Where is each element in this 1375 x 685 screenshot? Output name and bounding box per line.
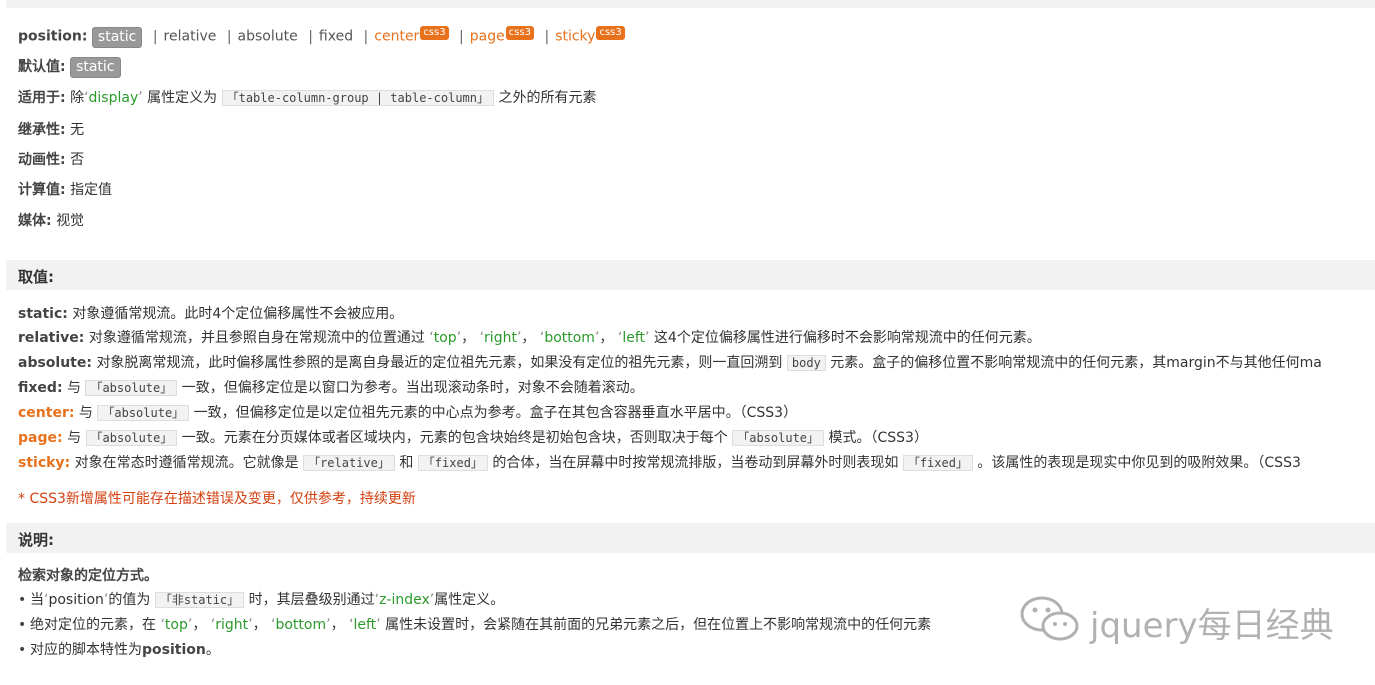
default-row: 默认值: static bbox=[18, 57, 121, 78]
section-header-desc: 说明: bbox=[6, 523, 1375, 553]
value-center-desc: center: 与 「absolute」 一致，但偏移定位是以定位祖先元素的中心… bbox=[18, 405, 798, 421]
offset-left-link[interactable]: left bbox=[622, 330, 645, 346]
offset-top-link[interactable]: top bbox=[434, 330, 457, 346]
value-absolute-desc: absolute: 对象脱离常规流，此时偏移属性参照的是离自身最近的定位祖先元素… bbox=[18, 355, 1322, 371]
desc-bullet-2: 绝对定位的元素，在 ‘top’， ‘right’， ‘bottom’， ‘lef… bbox=[18, 615, 931, 635]
value-relative[interactable]: relative bbox=[164, 29, 217, 45]
media-row: 媒体: 视觉 bbox=[18, 213, 85, 229]
value-absolute[interactable]: absolute bbox=[238, 29, 298, 45]
css3-badge: css3 bbox=[420, 26, 449, 40]
applies-label: 适用于 bbox=[18, 90, 60, 106]
default-value-badge[interactable]: static bbox=[70, 57, 121, 78]
applies-row: 适用于: 除‘display’ 属性定义为 「table-column-grou… bbox=[18, 90, 597, 106]
css3-badge: css3 bbox=[596, 26, 625, 40]
value-static-desc: static: 对象遵循常规流。此时4个定位偏移属性不会被应用。 bbox=[18, 306, 404, 322]
value-relative-desc: relative: 对象遵循常规流，并且参照自身在常规流中的位置通过 ‘top’… bbox=[18, 330, 1041, 346]
css3-badge: css3 bbox=[505, 26, 535, 40]
default-label: 默认值 bbox=[18, 59, 60, 75]
desc-bullet-3: 对应的脚本特性为position。 bbox=[18, 640, 220, 660]
value-center[interactable]: center bbox=[374, 29, 419, 45]
value-fixed-desc: fixed: 与 「absolute」 一致，但偏移定位是以窗口为参考。当出现滚… bbox=[18, 380, 644, 396]
value-page-desc: page: 与 「absolute」 一致。元素在分页媒体或者区域块内，元素的包… bbox=[18, 430, 928, 446]
section-header-values: 取值: bbox=[6, 260, 1375, 290]
value-sticky[interactable]: sticky bbox=[555, 29, 595, 45]
watermark-text: jquery每日经典 bbox=[1090, 606, 1334, 646]
section-header-syntax bbox=[6, 0, 1375, 8]
applies-code: 「table-column-group | table-column」 bbox=[221, 90, 495, 106]
computed-row: 计算值: 指定值 bbox=[18, 182, 113, 198]
offset-right-link[interactable]: right bbox=[484, 330, 517, 346]
watermark: jquery每日经典 bbox=[1018, 590, 1338, 650]
value-sticky-desc: sticky: 对象在常态时遵循常规流。它就像是 「relative」 和 「f… bbox=[18, 455, 1301, 471]
value-fixed[interactable]: fixed bbox=[319, 29, 353, 45]
desc-title: 说明: bbox=[18, 531, 54, 549]
wechat-icon bbox=[1020, 596, 1079, 641]
desc-bullet-1: 当‘position’的值为 「非static」 时，其层叠级别通过‘z-ind… bbox=[18, 590, 504, 610]
body-code: body bbox=[786, 355, 826, 371]
anim-row: 动画性: 否 bbox=[18, 152, 85, 168]
value-static-badge[interactable]: static bbox=[91, 26, 143, 48]
prop-zindex-link[interactable]: z-index bbox=[379, 592, 430, 608]
prop-display-link[interactable]: display bbox=[89, 90, 139, 106]
value-page[interactable]: page bbox=[470, 29, 505, 45]
offset-bottom-link[interactable]: bottom bbox=[544, 330, 595, 346]
css3-note: * CSS3新增属性可能存在描述错误及变更，仅供参考，持续更新 bbox=[18, 491, 416, 507]
position-label: position bbox=[18, 28, 82, 45]
desc-lead: 检索对象的定位方式。 bbox=[18, 568, 158, 584]
inherit-row: 继承性: 无 bbox=[18, 122, 85, 138]
position-syntax-row: position: static | relative | absolute | fi… bbox=[18, 26, 625, 48]
values-title: 取值: bbox=[18, 268, 54, 286]
